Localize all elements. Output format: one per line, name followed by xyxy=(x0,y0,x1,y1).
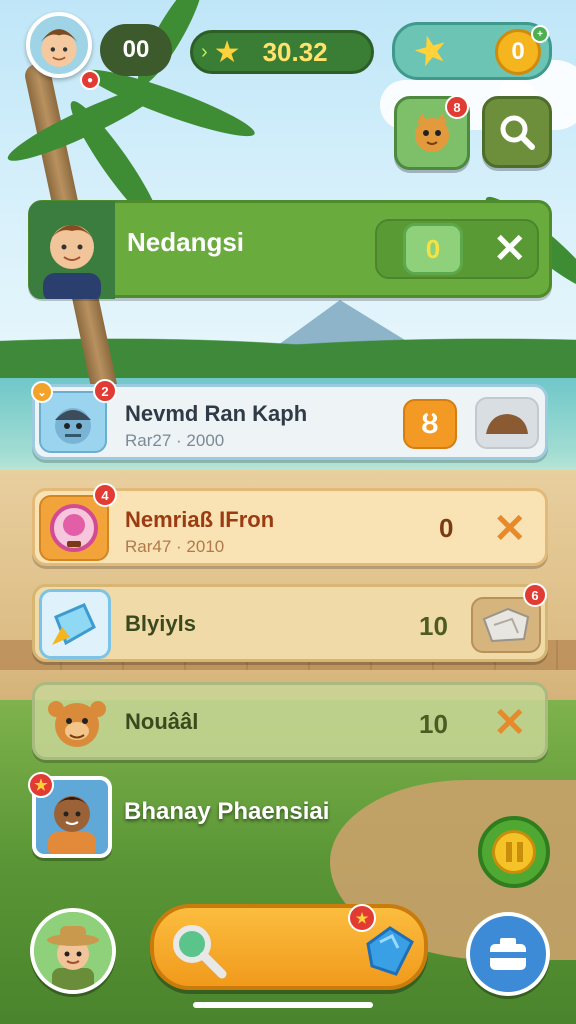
row-3-value: 10 xyxy=(419,611,448,641)
magnifier-icon xyxy=(173,925,227,979)
bottom-player-name: Bhanay Phaensiai xyxy=(124,798,330,825)
coin-count: 0 xyxy=(511,38,525,65)
pet-button[interactable]: 8 xyxy=(394,95,470,170)
explorer-avatar-icon xyxy=(34,912,112,990)
monkey-icon xyxy=(48,701,106,747)
row-1-sub: Rar27 · 2000 xyxy=(125,431,225,450)
camera-button[interactable] xyxy=(466,912,550,996)
row-1-action-button[interactable]: ȣ xyxy=(403,399,457,449)
explorer-profile-button[interactable] xyxy=(30,908,116,994)
boy-avatar-icon xyxy=(40,29,78,67)
row-4-name: Nouââl xyxy=(125,709,199,734)
home-indicator xyxy=(193,1002,373,1008)
row-3-badge: 6 xyxy=(523,583,547,607)
close-icon[interactable]: ✕ xyxy=(493,509,527,549)
list-row-1[interactable]: ⌄ 2 Nevmd Ran Kaph Rar27 · 2000 ȣ xyxy=(31,379,548,460)
star-score-bar[interactable]: › ★ 30.32 xyxy=(190,30,374,74)
main-action-bar[interactable]: ★ xyxy=(150,904,428,990)
bottom-player-badge: ★ xyxy=(28,772,54,798)
star-score: 30.32 xyxy=(262,36,328,67)
row-4-avatar xyxy=(41,685,113,759)
avatar-status-icon: ● xyxy=(80,70,100,90)
featured-avatar xyxy=(29,201,115,299)
pause-button[interactable] xyxy=(478,816,550,888)
player-level: 00 xyxy=(122,36,150,63)
row-3-name: Blyiyls xyxy=(125,611,196,636)
rock-icon xyxy=(486,414,528,434)
close-icon[interactable]: ✕ xyxy=(493,703,527,743)
robot-icon xyxy=(55,408,91,444)
row-1-badge: 2 xyxy=(93,379,117,403)
man-avatar-icon xyxy=(29,201,115,299)
row-1-action-glyph: ȣ xyxy=(421,408,439,439)
coin-add-icon[interactable]: + xyxy=(531,25,549,43)
pink-orb-icon xyxy=(50,504,98,552)
row-2-name: Nemriaß IFron xyxy=(125,507,275,532)
featured-name: Nedangsi xyxy=(127,227,245,257)
search-button[interactable] xyxy=(482,96,552,168)
star-icon: ★ xyxy=(213,35,241,69)
row-2-sub: Rar47 · 2010 xyxy=(125,537,225,556)
gem-icon xyxy=(366,926,414,976)
stone-block-icon xyxy=(482,607,530,643)
featured-value-button[interactable]: 0 xyxy=(403,223,463,275)
row-2-value: 0 xyxy=(439,513,454,543)
row-4-value: 10 xyxy=(419,709,448,739)
crystal-icon xyxy=(52,603,96,646)
pet-notification-badge: 8 xyxy=(445,95,469,119)
row-3-avatar xyxy=(39,589,111,659)
chevron-right-icon: › xyxy=(201,40,208,63)
row-1-item-button[interactable] xyxy=(475,397,539,449)
close-icon[interactable]: ✕ xyxy=(493,229,527,269)
star-icon: ★ xyxy=(407,25,454,77)
rank-chevron-icon: ⌄ xyxy=(31,381,53,403)
featured-row[interactable]: Nedangsi 0 ✕ xyxy=(28,200,552,299)
currency-panel[interactable]: ★ 0 + xyxy=(392,22,552,80)
search-icon xyxy=(500,115,535,150)
row-2-badge: 4 xyxy=(93,483,117,507)
list-row-2[interactable]: 4 Nemriaß IFron Rar47 · 2010 0 ✕ xyxy=(32,483,548,566)
list-row-3[interactable]: Blyiyls 10 6 xyxy=(32,583,548,662)
featured-value: 0 xyxy=(425,233,441,264)
camera-icon xyxy=(490,938,526,970)
row-1-name: Nevmd Ran Kaph xyxy=(125,401,308,426)
player-level-pill: 00 xyxy=(100,24,172,76)
pause-icon xyxy=(492,830,536,874)
gem-star-badge: ★ xyxy=(348,904,376,932)
list-row-4[interactable]: Nouââl 10 ✕ xyxy=(32,682,548,760)
player-avatar[interactable] xyxy=(26,12,92,78)
